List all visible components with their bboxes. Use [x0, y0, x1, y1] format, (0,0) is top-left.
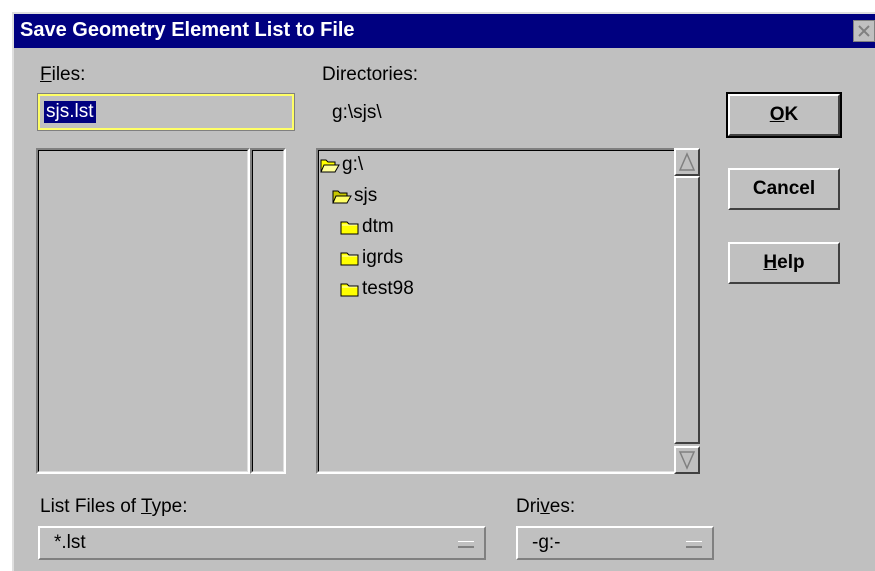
scroll-down-button[interactable] [674, 446, 700, 474]
directories-label: Directories: [322, 64, 419, 85]
filename-value: sjs.lst [44, 101, 96, 123]
file-type-label: List Files of Type: [40, 496, 188, 517]
directories-scrollbar[interactable] [674, 148, 700, 474]
dropdown-icon [458, 541, 474, 548]
close-icon [858, 25, 870, 37]
drives-value: -g:- [532, 532, 561, 553]
dialog-title: Save Geometry Element List to File [20, 19, 355, 41]
file-type-value: *.lst [54, 532, 86, 553]
save-dialog: Save Geometry Element List to File Files… [12, 12, 875, 571]
help-button[interactable]: Help [728, 242, 840, 284]
files-list-scrollbar[interactable] [250, 148, 286, 474]
files-list[interactable] [36, 148, 250, 474]
folder-icon [340, 283, 359, 297]
file-type-select[interactable]: *.lst [38, 526, 486, 560]
cancel-button[interactable]: Cancel [728, 168, 840, 210]
title-bar[interactable]: Save Geometry Element List to File [14, 14, 875, 48]
ok-button[interactable]: OK [726, 92, 842, 138]
dir-item-label: test98 [362, 278, 414, 299]
scroll-up-arrow-icon [678, 152, 696, 171]
files-label: Files: [40, 64, 86, 85]
dropdown-icon [686, 541, 702, 548]
close-button[interactable] [853, 20, 875, 42]
open-folder-icon [332, 190, 352, 204]
scroll-down-arrow-icon [678, 451, 696, 470]
dir-item-label: g:\ [342, 154, 364, 175]
scroll-thumb[interactable] [674, 176, 700, 444]
scroll-up-button[interactable] [674, 148, 700, 176]
drives-select[interactable]: -g:- [516, 526, 714, 560]
current-directory-path: g:\sjs\ [332, 102, 382, 123]
dir-item-label: dtm [362, 216, 394, 237]
drives-label: Drives: [516, 496, 576, 517]
dir-item-label: igrds [362, 247, 404, 268]
folder-icon [340, 221, 359, 235]
dir-item-label: sjs [354, 185, 378, 206]
folder-icon [340, 252, 359, 266]
filename-input[interactable]: sjs.lst [37, 93, 295, 131]
open-folder-icon [320, 159, 340, 173]
